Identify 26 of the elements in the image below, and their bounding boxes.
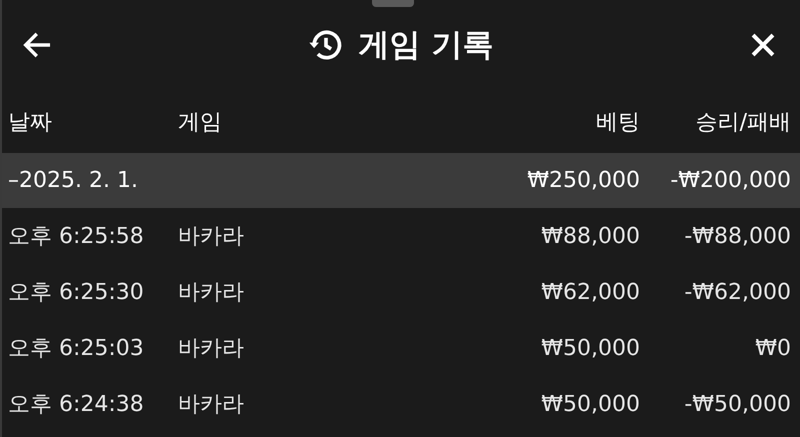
table-cell-text: ₩50,000 <box>540 392 640 416</box>
table-cell-text: 바카라 <box>178 335 245 363</box>
table-cell-text: -₩88,000 <box>683 224 791 248</box>
table-cell-text: 오후 6:25:58 <box>8 223 145 251</box>
column-header[interactable]: 승리/패배 <box>640 106 791 136</box>
table-cell-text: ₩0 <box>754 336 791 360</box>
table-cell-text: 바카라 <box>178 223 245 251</box>
table-cell-text: -₩50,000 <box>683 392 791 416</box>
table-cell-text: 바카라 <box>178 279 245 307</box>
window-title: 게임 기록 <box>358 26 494 65</box>
group-result-total: -₩200,000 <box>669 168 791 193</box>
column-header[interactable]: 베팅 <box>490 106 640 136</box>
table-cell-text: ₩50,000 <box>540 336 640 360</box>
table-cell-text: ₩62,000 <box>540 280 640 304</box>
date-group-row[interactable]: –2025. 2. 1. ₩250,000 -₩200,000 <box>2 153 800 208</box>
group-bet-total: ₩250,000 <box>526 168 640 193</box>
column-header[interactable]: 게임 <box>178 106 490 136</box>
column-header[interactable]: 날짜 <box>8 106 178 136</box>
table-cell-text: 바카라 <box>178 391 245 419</box>
drag-handle[interactable] <box>372 0 414 7</box>
table-cell-text: 오후 6:25:30 <box>8 279 145 307</box>
table-cell-text: 오후 6:25:03 <box>8 335 145 363</box>
table-cell-text: -₩62,000 <box>683 280 791 304</box>
table-cell-text: ₩88,000 <box>540 224 640 248</box>
table-cell-text: 오후 6:24:38 <box>8 391 145 419</box>
group-date: –2025. 2. 1. <box>8 168 139 193</box>
